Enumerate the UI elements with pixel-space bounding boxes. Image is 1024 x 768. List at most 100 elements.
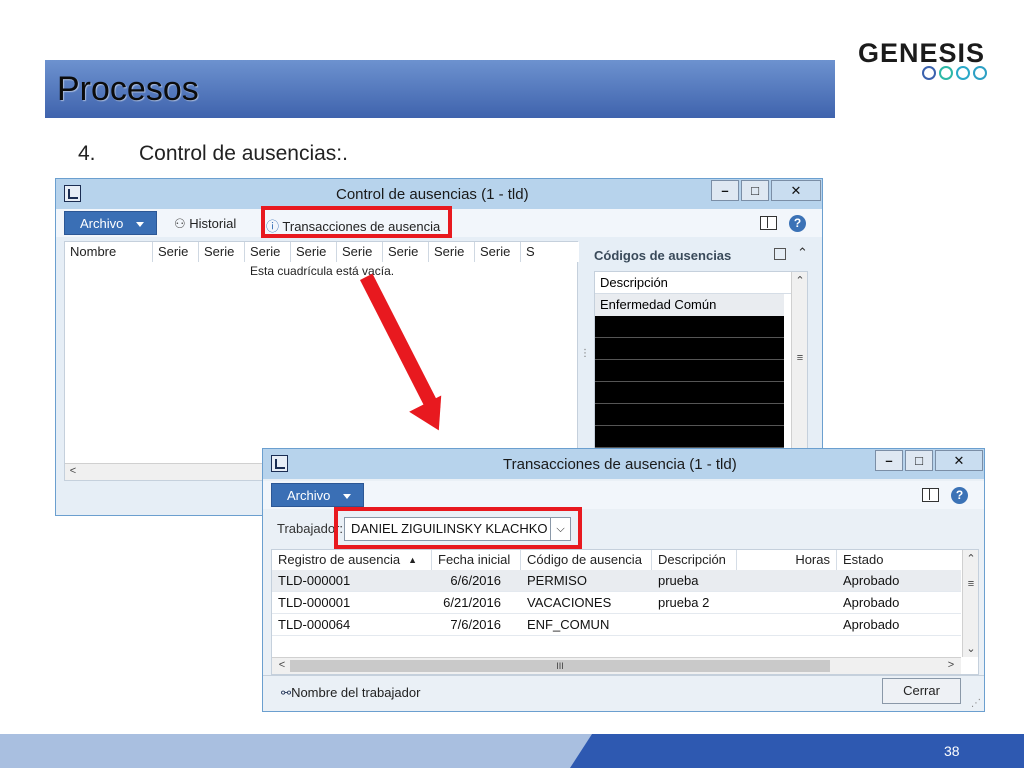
genesis-logo: GENESIS bbox=[858, 38, 993, 84]
cell-descripcion: prueba bbox=[658, 573, 699, 588]
column-header[interactable]: Serie bbox=[291, 242, 337, 262]
scroll-down-icon[interactable]: ⌄ bbox=[965, 642, 977, 655]
cell-fecha: 6/6/2016 bbox=[450, 573, 501, 588]
minimize-button[interactable]: – bbox=[875, 450, 903, 471]
minimize-button[interactable]: – bbox=[711, 180, 739, 201]
footer-link-label: Nombre del trabajador bbox=[291, 685, 421, 700]
toolbar: Archivo ? bbox=[263, 481, 984, 509]
scroll-thumb[interactable]: III bbox=[290, 660, 830, 672]
table-row[interactable]: TLD-000001 6/21/2016 VACACIONES prueba 2… bbox=[272, 592, 961, 614]
panel-toggle-icon[interactable] bbox=[922, 488, 939, 502]
scroll-thumb-icon[interactable]: ≡ bbox=[794, 352, 806, 364]
app-icon bbox=[271, 455, 288, 472]
column-header[interactable]: Serie bbox=[245, 242, 291, 262]
scroll-grip-label: III bbox=[556, 661, 564, 671]
binoculars-icon: ⚯ bbox=[281, 686, 292, 700]
step-number: 4. bbox=[78, 142, 96, 165]
collapse-icon[interactable]: ⌃ bbox=[797, 245, 808, 261]
cell-descripcion bbox=[652, 614, 658, 636]
column-header[interactable]: Serie bbox=[199, 242, 245, 262]
column-label: Horas bbox=[795, 552, 830, 567]
scroll-left-icon[interactable]: < bbox=[276, 659, 288, 671]
archivo-label: Archivo bbox=[287, 488, 331, 503]
scroll-right-icon[interactable]: > bbox=[945, 659, 957, 671]
codes-list-header[interactable]: Descripción bbox=[595, 272, 791, 294]
scroll-thumb-icon[interactable]: ≡ bbox=[965, 578, 977, 590]
caret-down-icon bbox=[136, 222, 144, 227]
scroll-left-icon[interactable]: < bbox=[67, 465, 79, 477]
app-icon bbox=[64, 185, 81, 202]
redacted-row bbox=[595, 338, 784, 360]
table-row[interactable]: TLD-000001 6/6/2016 PERMISO prueba Aprob… bbox=[272, 570, 961, 592]
logo-rings-icon bbox=[922, 66, 987, 80]
panel-options-icon[interactable] bbox=[774, 248, 786, 260]
column-header[interactable]: Serie bbox=[337, 242, 383, 262]
archivo-menu-button[interactable]: Archivo bbox=[271, 483, 364, 507]
cell-codigo: ENF_COMUN bbox=[527, 617, 610, 632]
cell-registro: TLD-000001 bbox=[278, 595, 351, 610]
list-item[interactable]: Enfermedad Común bbox=[595, 294, 784, 316]
sort-ascending-icon: ▲ bbox=[408, 555, 417, 565]
window-transacciones-ausencia: Transacciones de ausencia (1 - tld) – □ … bbox=[262, 448, 985, 712]
cell-descripcion: prueba 2 bbox=[658, 595, 710, 610]
historial-button[interactable]: ⚇ Historial bbox=[174, 216, 236, 232]
column-header[interactable]: Registro de ausencia ▲ bbox=[272, 550, 432, 570]
vertical-scrollbar[interactable]: ⌃ ≡ bbox=[791, 272, 807, 448]
column-header[interactable]: Descripción bbox=[652, 550, 737, 570]
column-header[interactable]: Serie bbox=[153, 242, 199, 262]
column-header[interactable]: S bbox=[521, 242, 579, 262]
column-header[interactable]: Horas bbox=[737, 550, 837, 570]
close-button[interactable]: ✕ bbox=[771, 180, 821, 201]
table-row[interactable]: TLD-000064 7/6/2016 ENF_COMUN Aprobado bbox=[272, 614, 961, 636]
window-titlebar: Transacciones de ausencia (1 - tld) – □ … bbox=[263, 449, 984, 479]
help-icon[interactable]: ? bbox=[789, 215, 806, 232]
redacted-row bbox=[595, 360, 784, 382]
footer-divider bbox=[263, 675, 984, 676]
window-title: Control de ausencias (1 - tld) bbox=[336, 186, 529, 203]
maximize-button[interactable]: □ bbox=[741, 180, 769, 201]
panel-toggle-icon[interactable] bbox=[760, 216, 777, 230]
cell-codigo: PERMISO bbox=[527, 573, 587, 588]
close-button[interactable]: ✕ bbox=[935, 450, 983, 471]
horizontal-scrollbar[interactable]: < III > bbox=[272, 657, 961, 674]
page-number: 38 bbox=[944, 743, 960, 759]
cell-estado: Aprobado bbox=[843, 617, 900, 632]
redacted-row bbox=[595, 382, 784, 404]
redacted-row bbox=[595, 426, 784, 448]
cell-codigo: VACACIONES bbox=[527, 595, 612, 610]
column-header[interactable]: Nombre bbox=[65, 242, 153, 262]
archivo-label: Archivo bbox=[80, 216, 124, 231]
highlight-box bbox=[261, 206, 452, 238]
maximize-button[interactable]: □ bbox=[905, 450, 933, 471]
column-header[interactable]: Fecha inicial bbox=[432, 550, 521, 570]
column-header[interactable]: Estado bbox=[837, 550, 963, 570]
scroll-up-icon[interactable]: ⌃ bbox=[965, 552, 977, 565]
column-header[interactable]: Código de ausencia bbox=[521, 550, 652, 570]
cell-fecha: 6/21/2016 bbox=[443, 595, 501, 610]
highlight-box bbox=[334, 507, 582, 549]
column-header[interactable]: Serie bbox=[429, 242, 475, 262]
cell-estado: Aprobado bbox=[843, 595, 900, 610]
cell-horas bbox=[737, 570, 743, 592]
splitter-handle[interactable]: ⋮ bbox=[580, 349, 590, 359]
help-icon[interactable]: ? bbox=[951, 487, 968, 504]
scroll-up-icon[interactable]: ⌃ bbox=[794, 274, 806, 287]
nombre-trabajador-link[interactable]: ⚯Nombre del trabajador bbox=[281, 685, 420, 700]
redacted-row bbox=[595, 316, 784, 338]
window-title: Transacciones de ausencia (1 - tld) bbox=[503, 456, 737, 473]
people-icon: ⚇ bbox=[174, 216, 186, 231]
transacciones-table: Registro de ausencia ▲ Fecha inicial Cód… bbox=[271, 549, 979, 675]
cell-estado: Aprobado bbox=[843, 573, 900, 588]
resize-grip-icon[interactable]: ⋰ bbox=[971, 698, 981, 709]
codes-panel-title: Códigos de ausencias bbox=[594, 248, 732, 263]
vertical-scrollbar[interactable]: ⌃ ≡ ⌄ bbox=[962, 550, 978, 657]
caret-down-icon bbox=[343, 494, 351, 499]
cell-registro: TLD-000001 bbox=[278, 573, 351, 588]
slide-title-bar: Procesos bbox=[45, 60, 835, 118]
cerrar-button[interactable]: Cerrar bbox=[882, 678, 961, 704]
archivo-menu-button[interactable]: Archivo bbox=[64, 211, 157, 235]
column-header[interactable]: Serie bbox=[383, 242, 429, 262]
window-titlebar: Control de ausencias (1 - tld) – □ ✕ bbox=[56, 179, 822, 209]
column-header[interactable]: Serie bbox=[475, 242, 521, 262]
cell-fecha: 7/6/2016 bbox=[450, 617, 501, 632]
